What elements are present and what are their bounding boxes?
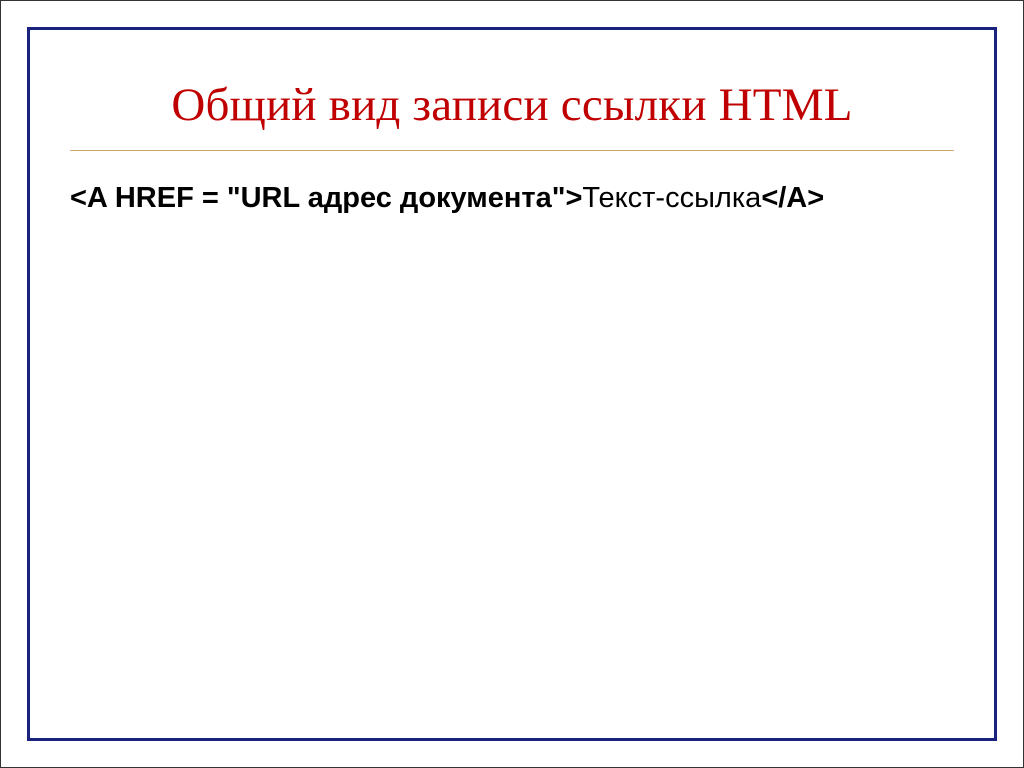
slide-title: Общий вид записи ссылки HTML xyxy=(70,78,954,132)
slide-outer-frame: Общий вид записи ссылки HTML <A HREF = "… xyxy=(0,0,1024,768)
slide-body: <A HREF = "URL адрес документа">Текст-сс… xyxy=(70,179,954,218)
slide-inner-frame: Общий вид записи ссылки HTML <A HREF = "… xyxy=(27,27,997,741)
code-open-tag: <A HREF = "URL адрес документа"> xyxy=(70,182,582,214)
code-close-tag: </A> xyxy=(761,182,824,214)
title-block: Общий вид записи ссылки HTML xyxy=(70,78,954,151)
code-link-text: Текст-ссылка xyxy=(582,182,761,214)
